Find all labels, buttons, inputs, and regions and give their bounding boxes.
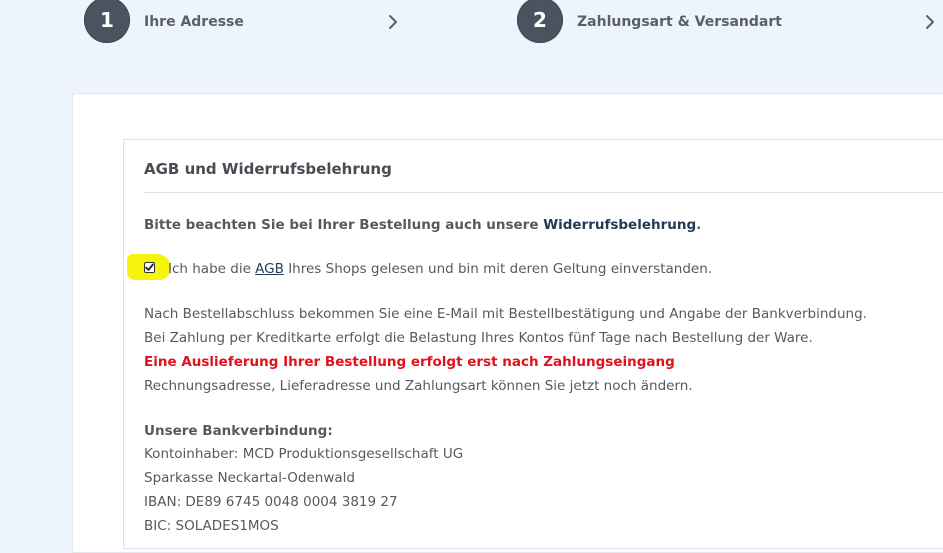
chevron-right-icon [925, 14, 935, 30]
check-icon [145, 263, 154, 271]
bank-title: Unsere Bankverbindung: [144, 423, 333, 439]
info-line: Nach Bestellabschluss bekommen Sie eine … [144, 306, 867, 322]
withdrawal-notice: Bitte beachten Sie bei Ihrer Bestellung … [144, 213, 701, 237]
notice-prefix: Bitte beachten Sie bei Ihrer Bestellung … [144, 217, 544, 233]
info-line: Bei Zahlung per Kreditkarte erfolgt die … [144, 330, 813, 346]
agb-link[interactable]: AGB [255, 261, 284, 277]
chevron-right-icon [388, 14, 398, 30]
step-label: Ihre Adresse [144, 14, 244, 30]
step-payment-shipping[interactable]: 2 Zahlungsart & Versandart [517, 0, 782, 44]
agb-label: Ich habe die AGB Ihres Shops gelesen und… [168, 257, 712, 281]
notice-suffix: . [696, 217, 702, 233]
bank-line: IBAN: DE89 6745 0048 0004 3819 27 [144, 494, 398, 510]
bank-line: Sparkasse Neckartal-Odenwald [144, 470, 355, 486]
panel-title: AGB und Widerrufsbelehrung [144, 160, 392, 178]
info-line: Rechnungsadresse, Lieferadresse und Zahl… [144, 378, 693, 394]
bank-line: Kontoinhaber: MCD Produktionsgesellschaf… [144, 446, 464, 462]
step-number-circle: 2 [517, 0, 563, 43]
payment-warning: Eine Auslieferung Ihrer Bestellung erfol… [144, 354, 675, 370]
step-label: Zahlungsart & Versandart [577, 14, 782, 30]
checkout-steps: 1 Ihre Adresse 2 Zahlungsart & Versandar… [0, 0, 943, 60]
step-address[interactable]: 1 Ihre Adresse [84, 0, 244, 44]
agb-checkbox[interactable] [144, 262, 155, 273]
panel-divider [144, 192, 943, 193]
bank-line: BIC: SOLADES1MOS [144, 518, 279, 534]
withdrawal-link[interactable]: Widerrufsbelehrung [543, 217, 696, 233]
agb-prefix: Ich habe die [168, 261, 256, 277]
step-number-circle: 1 [84, 0, 130, 43]
agb-suffix: Ihres Shops gelesen und bin mit deren Ge… [283, 261, 713, 277]
